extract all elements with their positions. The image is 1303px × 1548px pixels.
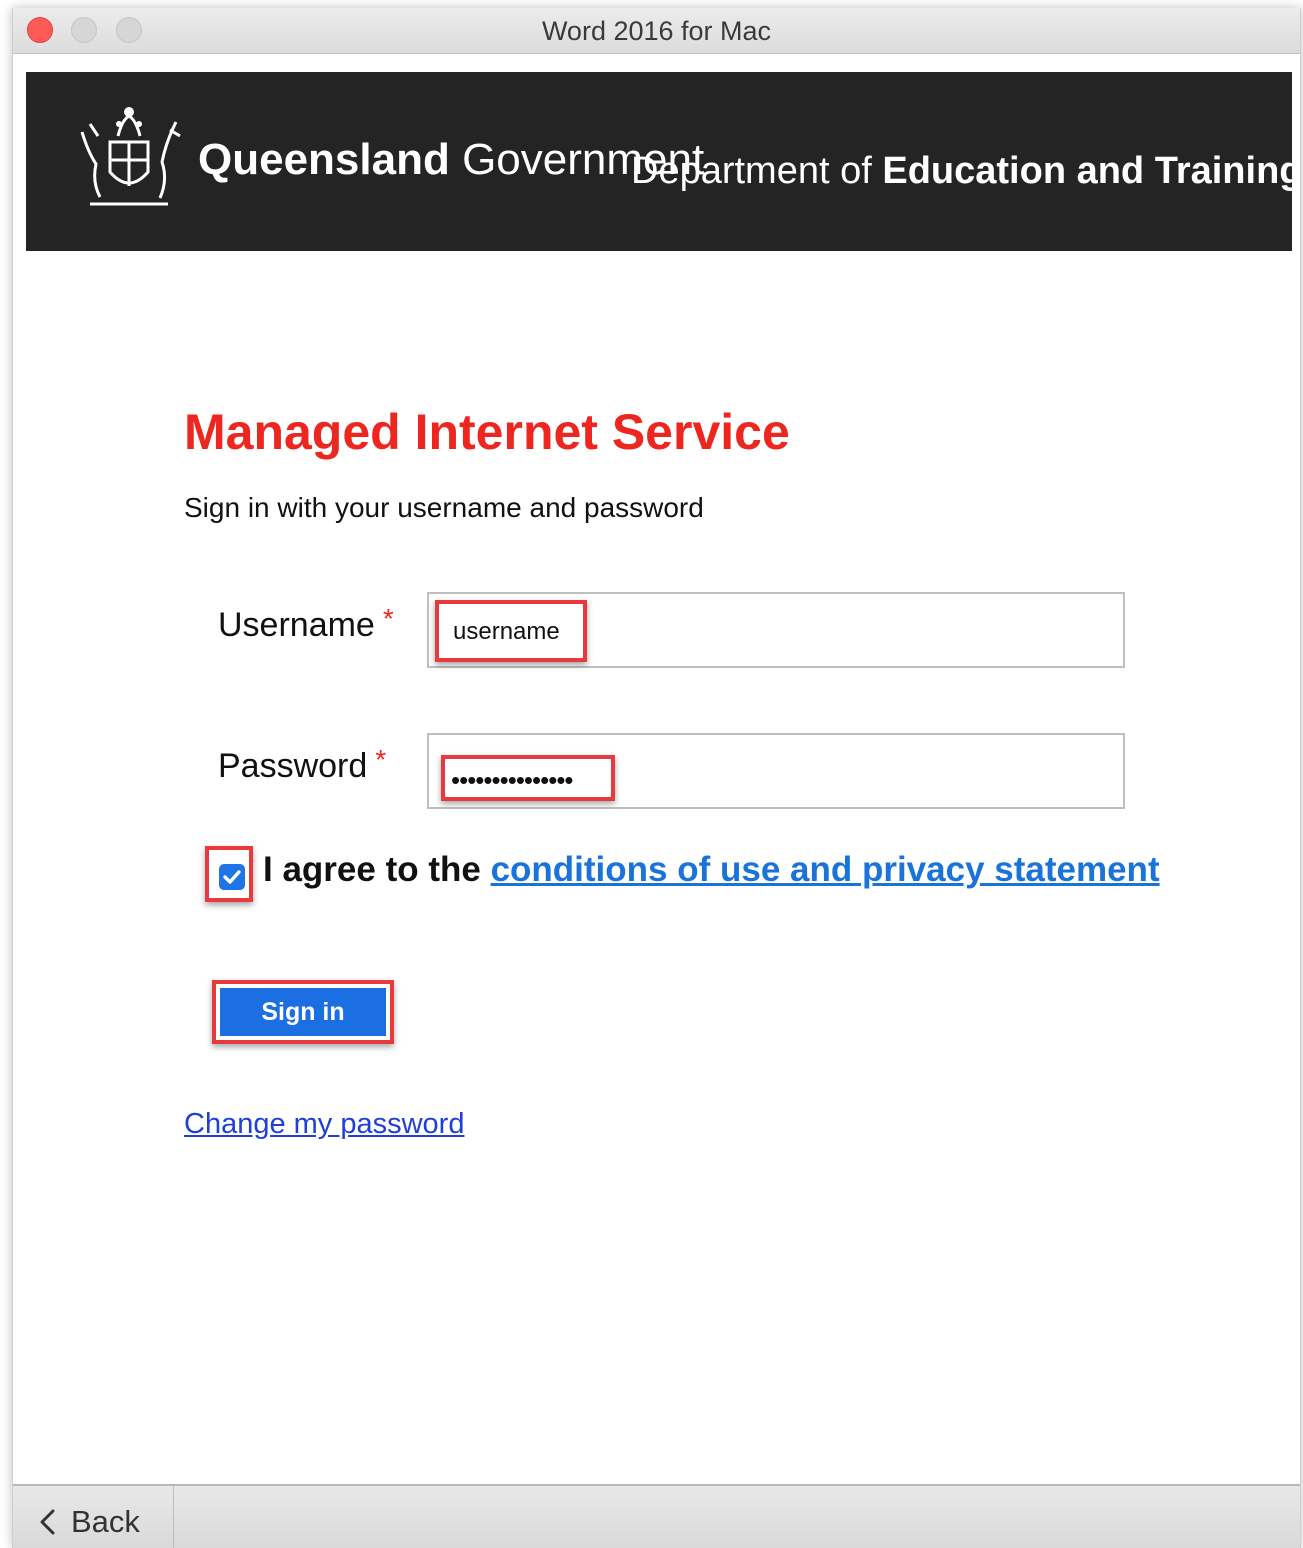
password-label-text: Password [218, 747, 368, 785]
page-subtitle: Sign in with your username and password [184, 492, 704, 523]
government-name-bold: Queensland [198, 135, 450, 184]
header-banner: Queensland Government Department of Educ… [26, 72, 1300, 251]
app-window: Word 2016 for Mac Queensland Government … [12, 8, 1301, 1548]
username-field[interactable]: username [427, 592, 1125, 668]
back-label: Back [71, 1504, 140, 1539]
agree-prefix: I agree to the [263, 850, 481, 889]
username-required-mark: * [382, 603, 394, 634]
back-button[interactable]: Back [13, 1486, 174, 1548]
department-prefix: Department of [631, 150, 872, 192]
password-field[interactable]: ••••••••••••••• [427, 733, 1125, 809]
change-password-link[interactable]: Change my password [184, 1108, 464, 1141]
department-name-bold: Education and Training [882, 150, 1301, 192]
password-label: Password * [218, 744, 387, 786]
username-highlight: username [435, 600, 587, 662]
window-title: Word 2016 for Mac [541, 16, 772, 46]
title-bar: Word 2016 for Mac [13, 8, 1300, 54]
department-name: Department of Education and Training [631, 150, 1301, 193]
password-required-mark: * [375, 744, 387, 775]
username-label-text: Username [218, 606, 375, 644]
agree-checkbox[interactable] [219, 864, 245, 890]
signin-highlight: Sign in [212, 980, 394, 1044]
username-label: Username * [218, 603, 394, 645]
government-name: Queensland Government [198, 135, 704, 185]
password-highlight: ••••••••••••••• [441, 755, 615, 801]
checkmark-icon [223, 870, 241, 884]
username-value: username [453, 618, 560, 645]
password-value: ••••••••••••••• [451, 765, 574, 795]
conditions-privacy-link[interactable]: conditions of use and privacy statement [491, 850, 1160, 889]
sign-in-button[interactable]: Sign in [220, 988, 386, 1036]
chevron-left-icon [40, 1509, 55, 1535]
page-title: Managed Internet Service [184, 404, 790, 460]
agree-text: I agree to the conditions of use and pri… [263, 850, 1160, 890]
bottom-toolbar: Back [13, 1484, 1300, 1548]
queensland-crest-logo [80, 107, 181, 206]
agree-checkbox-highlight [205, 846, 253, 902]
